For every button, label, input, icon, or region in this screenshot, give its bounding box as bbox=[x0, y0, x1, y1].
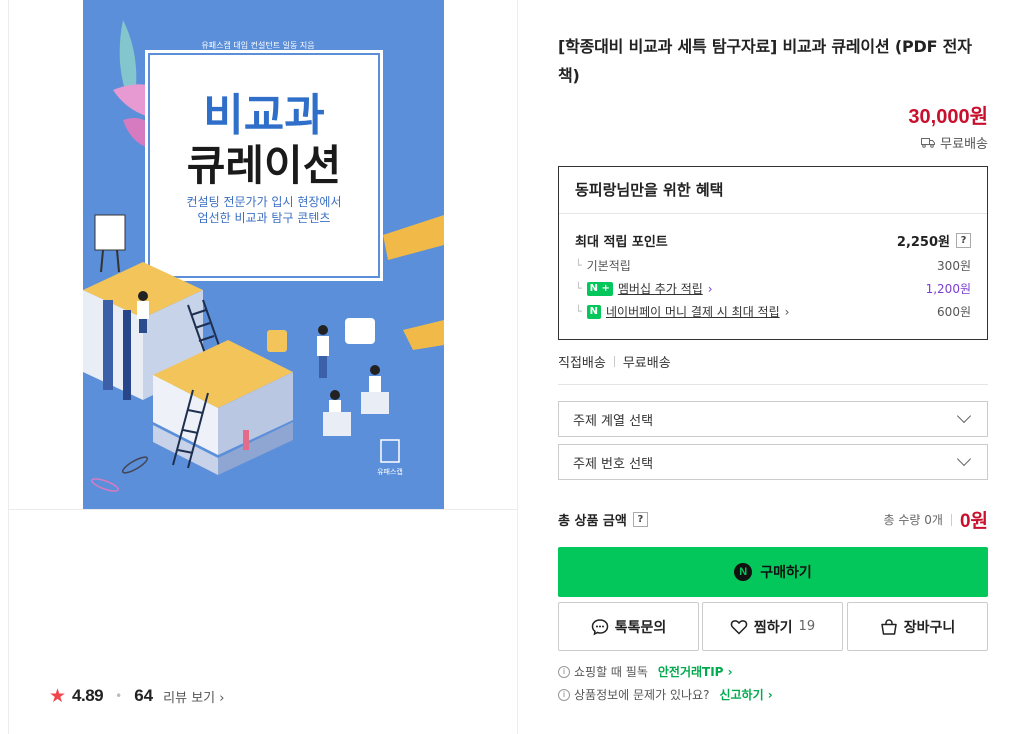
cover-subtitle-1: 컨설팅 전문가가 입시 현장에서 bbox=[187, 195, 342, 209]
max-points-row: 최대 적립 포인트 2,250원 ? bbox=[575, 231, 971, 250]
topic-number-placeholder: 주제 번호 선택 bbox=[573, 456, 654, 472]
shipping-info: 무료배송 bbox=[921, 133, 988, 152]
talk-inquiry-label: 톡톡문의 bbox=[614, 619, 667, 636]
buy-button-label: 구매하기 bbox=[760, 565, 812, 581]
help-icon[interactable]: ? bbox=[956, 233, 971, 248]
membership-points-value: 1,200원 bbox=[925, 282, 971, 296]
tree-branch-icon: └ bbox=[575, 282, 582, 295]
notice-report: i 상품정보에 문제가 있나요? 신고하기 › bbox=[558, 686, 773, 703]
benefit-box: 동피랑님만을 위한 혜택 최대 적립 포인트 2,250원 ? └ 기본적립 30… bbox=[558, 166, 988, 340]
tree-branch-icon: └ bbox=[575, 259, 582, 272]
total-amount: 0원 bbox=[959, 511, 988, 532]
buy-button[interactable]: N 구매하기 bbox=[558, 547, 988, 597]
delivery-type: 직접배송 bbox=[558, 356, 606, 371]
cart-label: 장바구니 bbox=[903, 619, 956, 636]
review-link[interactable]: 리뷰 보기 › bbox=[163, 687, 224, 706]
wishlist-label: 찜하기 bbox=[753, 619, 793, 636]
topic-number-select[interactable]: 주제 번호 선택 bbox=[558, 444, 988, 480]
info-icon: i bbox=[558, 688, 570, 701]
total-label: 총 상품 금액 bbox=[558, 514, 627, 529]
naver-plus-badge-icon: N + bbox=[586, 281, 613, 296]
naver-n-icon: N bbox=[734, 563, 753, 581]
divider bbox=[950, 513, 952, 526]
total-summary: 총 상품 금액? 총 수량 0개 0원 bbox=[558, 506, 988, 533]
book-cover-illustration: 유패스캡 대입 컨설턴트 일동 지음 비교과 큐레이션 컨설팅 전문가가 입시 … bbox=[83, 0, 444, 509]
naverpay-points-value: 600원 bbox=[937, 305, 971, 319]
product-price: 30,000원 bbox=[908, 106, 988, 128]
chevron-right-icon: › bbox=[784, 304, 790, 319]
wishlist-button[interactable]: 찜하기 19 bbox=[702, 602, 843, 651]
shopping-bag-icon bbox=[880, 618, 897, 635]
delivery-info: 직접배송 무료배송 bbox=[558, 352, 671, 371]
benefit-heading: 동피랑님만을 위한 혜택 bbox=[559, 167, 987, 214]
divider bbox=[613, 356, 615, 367]
membership-points-link[interactable]: 멤버십 추가 적립 bbox=[618, 280, 703, 297]
tree-branch-icon: └ bbox=[575, 305, 582, 318]
report-link[interactable]: 신고하기 › bbox=[719, 686, 772, 703]
safe-trade-tip-link[interactable]: 안전거래TIP › bbox=[658, 663, 733, 680]
chevron-down-icon bbox=[956, 451, 972, 467]
heart-icon bbox=[730, 619, 748, 635]
star-icon: ★ bbox=[49, 684, 67, 707]
image-divider bbox=[9, 509, 517, 510]
basic-points-value: 300원 bbox=[937, 259, 971, 273]
product-image-panel: 유패스캡 대입 컨설턴트 일동 지음 비교과 큐레이션 컨설팅 전문가가 입시 … bbox=[8, 0, 518, 734]
separator-dot: • bbox=[115, 689, 123, 703]
cover-title-2: 큐레이션 bbox=[187, 141, 342, 190]
total-quantity: 총 수량 0개 bbox=[883, 513, 943, 527]
basic-points-row: └ 기본적립 300원 bbox=[575, 257, 971, 274]
product-page: 유패스캡 대입 컨설턴트 일동 지음 비교과 큐레이션 컨설팅 전문가가 입시 … bbox=[0, 0, 1020, 734]
cover-title-1: 비교과 bbox=[203, 90, 324, 141]
basic-points-label: 기본적립 bbox=[586, 259, 631, 273]
notice-text: 상품정보에 문제가 있나요? bbox=[574, 688, 710, 702]
membership-points-row[interactable]: └ N + 멤버십 추가 적립 › 1,200원 bbox=[575, 280, 971, 297]
naverpay-points-link[interactable]: 네이버페이 머니 결제 시 최대 적립 bbox=[606, 303, 780, 320]
divider bbox=[558, 384, 988, 385]
cart-button[interactable]: 장바구니 bbox=[847, 602, 988, 651]
cover-subtitle-2: 엄선한 비교과 탐구 콘텐츠 bbox=[198, 211, 331, 225]
notice-text: 쇼핑할 때 필독 bbox=[574, 665, 648, 679]
talk-inquiry-button[interactable]: 톡톡문의 bbox=[558, 602, 699, 651]
product-title: [학종대비 비교과 세특 탐구자료] 비교과 큐레이션 (PDF 전자책) bbox=[558, 37, 972, 85]
notice-safe-trade: i 쇼핑할 때 필독 안전거래TIP › bbox=[558, 663, 733, 680]
chevron-down-icon bbox=[956, 408, 972, 424]
cover-author: 유패스캡 대입 컨설턴트 일동 지음 bbox=[201, 40, 314, 50]
review-score: 4.89 bbox=[72, 686, 104, 705]
review-count: 64 bbox=[134, 686, 154, 705]
max-points-value: 2,250원 bbox=[896, 235, 950, 250]
truck-icon bbox=[921, 138, 936, 148]
cover-publisher: 유패스캡 bbox=[377, 467, 403, 476]
wishlist-count: 19 bbox=[798, 619, 816, 634]
chevron-right-icon: › bbox=[707, 281, 713, 296]
chat-bubble-icon bbox=[591, 618, 608, 635]
review-summary[interactable]: ★ 4.89 • 64 리뷰 보기 › bbox=[49, 686, 224, 706]
help-icon[interactable]: ? bbox=[632, 512, 648, 527]
shipping-text: 무료배송 bbox=[940, 137, 988, 152]
naverpay-badge-icon: N bbox=[586, 304, 601, 319]
naverpay-points-row[interactable]: └ N 네이버페이 머니 결제 시 최대 적립 › 600원 bbox=[575, 303, 971, 320]
topic-category-select[interactable]: 주제 계열 선택 bbox=[558, 401, 988, 437]
delivery-fee: 무료배송 bbox=[622, 356, 671, 371]
product-cover-image[interactable]: 유패스캡 대입 컨설턴트 일동 지음 비교과 큐레이션 컨설팅 전문가가 입시 … bbox=[83, 0, 444, 509]
info-icon: i bbox=[558, 665, 570, 678]
topic-category-placeholder: 주제 계열 선택 bbox=[573, 413, 654, 429]
max-points-label: 최대 적립 포인트 bbox=[575, 235, 668, 250]
